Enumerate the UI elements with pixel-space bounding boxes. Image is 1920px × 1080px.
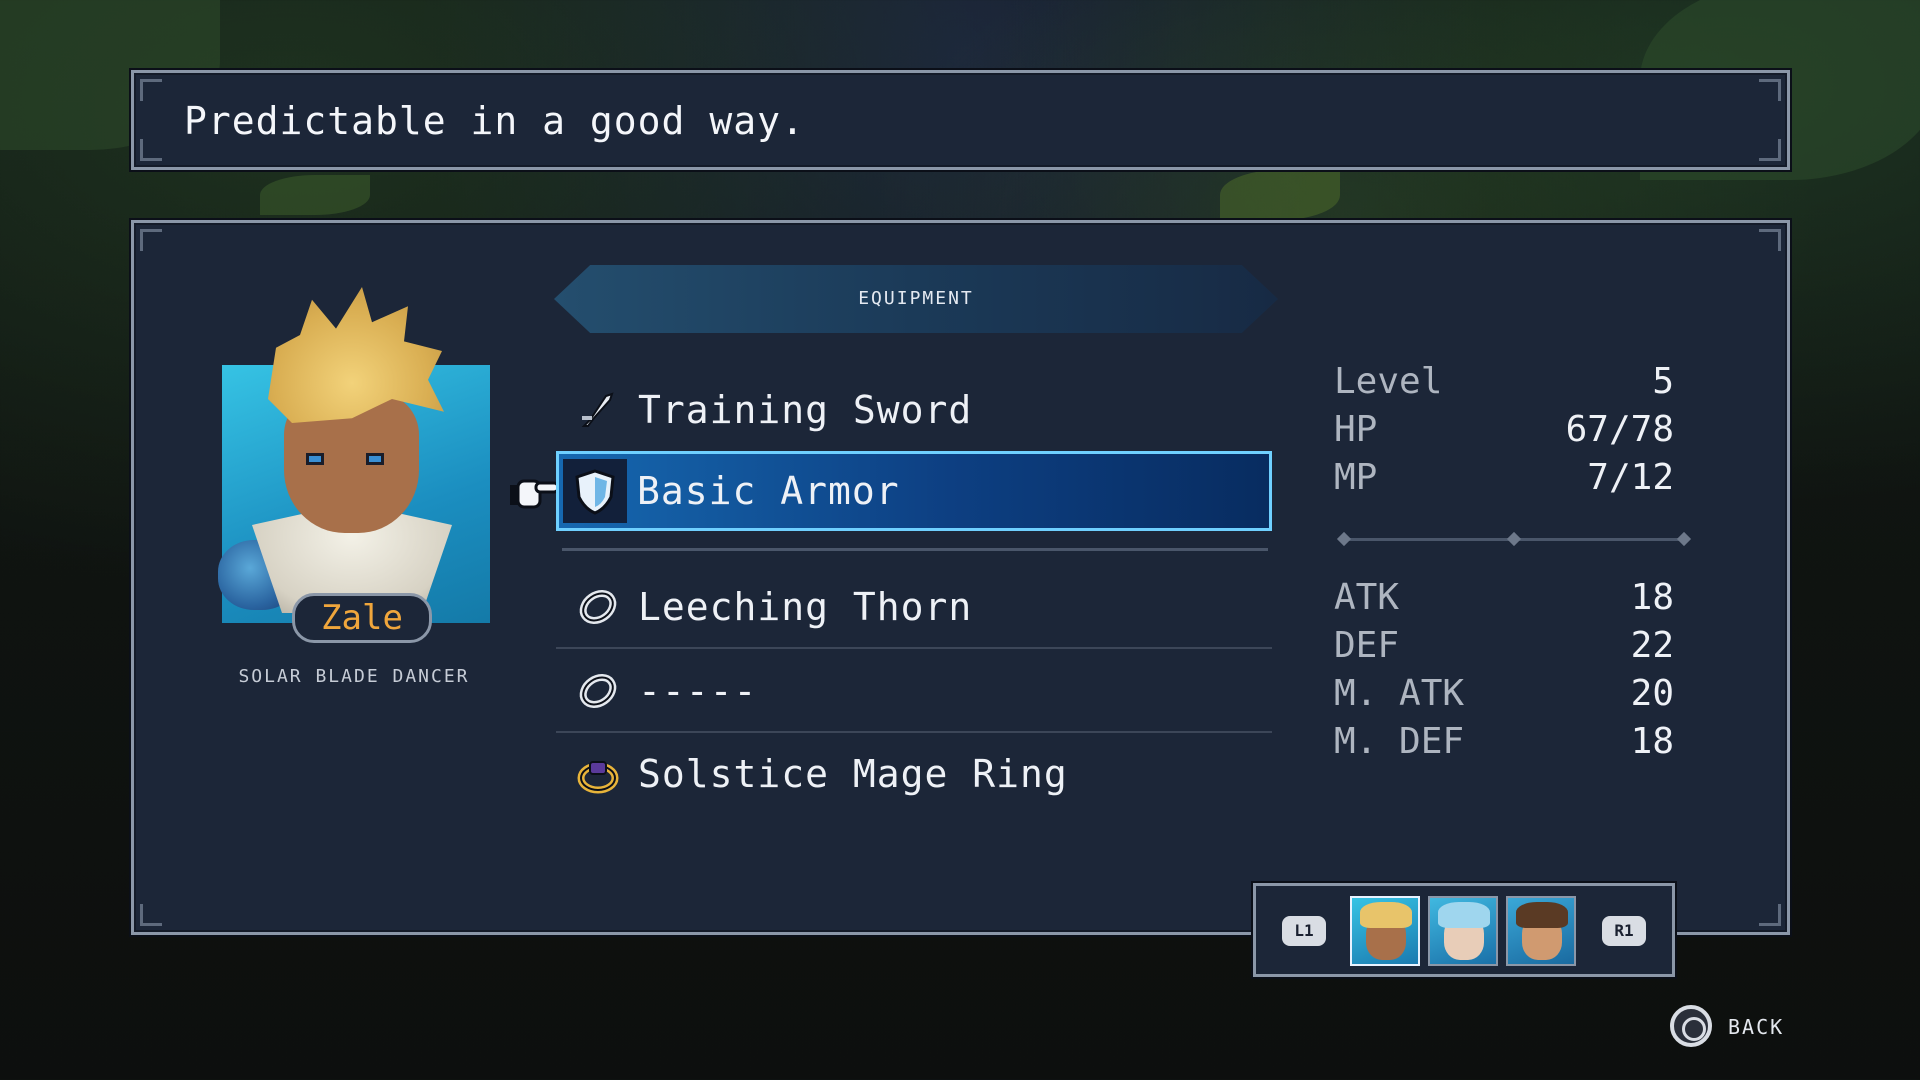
party-member-valere[interactable]	[1428, 896, 1498, 966]
stat-mp: MP 7/12	[1334, 457, 1674, 501]
stat-label: ATK	[1334, 577, 1400, 618]
stat-label: MP	[1334, 457, 1378, 498]
panel-ornament	[1759, 229, 1781, 251]
stat-value: 18	[1630, 721, 1674, 762]
stat-matk: M. ATK 20	[1334, 673, 1674, 717]
equipment-slot-weapon[interactable]: Training Sword	[556, 371, 1272, 449]
equipment-item-label: Solstice Mage Ring	[638, 752, 1068, 796]
gem-ring-icon	[568, 744, 628, 804]
divider-ornament	[1336, 531, 1352, 547]
equipment-item-label: Training Sword	[638, 388, 973, 432]
character-name: Zale	[292, 593, 432, 643]
equipment-slot-accessory-1[interactable]: Leeching Thorn	[556, 567, 1272, 649]
member-hair	[1516, 902, 1568, 928]
stats-divider	[1336, 531, 1692, 547]
ring-icon	[568, 577, 628, 637]
ring-icon	[568, 661, 628, 721]
stat-atk: ATK 18	[1334, 577, 1674, 621]
panel-ornament	[1759, 139, 1781, 161]
stat-label: M. DEF	[1334, 721, 1465, 762]
character-class: SOLAR BLADE DANCER	[238, 666, 470, 687]
stat-value: 20	[1630, 673, 1674, 714]
stat-label: M. ATK	[1334, 673, 1465, 714]
equipment-panel: Zale SOLAR BLADE DANCER EQUIPMENT Traini…	[131, 220, 1790, 935]
equipment-header: EQUIPMENT	[554, 265, 1278, 333]
party-member-garl[interactable]	[1506, 896, 1576, 966]
panel-ornament	[140, 229, 162, 251]
next-character-button[interactable]: R1	[1602, 916, 1646, 946]
stat-label: DEF	[1334, 625, 1400, 666]
stat-level: Level 5	[1334, 361, 1674, 405]
equipment-item-label: Basic Armor	[637, 469, 900, 513]
sword-icon	[568, 380, 628, 440]
circle-button-icon	[1670, 1005, 1712, 1047]
background-leaf	[260, 175, 370, 215]
stat-def: DEF 22	[1334, 625, 1674, 669]
back-label: BACK	[1728, 1015, 1785, 1039]
panel-ornament	[1759, 79, 1781, 101]
stat-value: 22	[1630, 625, 1674, 666]
list-divider	[562, 548, 1268, 551]
divider-ornament	[1676, 531, 1692, 547]
stat-hp: HP 67/78	[1334, 409, 1674, 453]
stat-mdef: M. DEF 18	[1334, 721, 1674, 765]
panel-ornament	[1759, 904, 1781, 926]
equipment-item-label: Leeching Thorn	[638, 585, 973, 629]
stat-value: 18	[1630, 577, 1674, 618]
member-hair	[1360, 902, 1412, 928]
panel-ornament	[140, 904, 162, 926]
shield-icon	[563, 459, 627, 523]
stat-value: 5	[1652, 361, 1674, 402]
equipment-slot-accessory-3[interactable]: Solstice Mage Ring	[556, 735, 1272, 813]
equipment-slot-armor-selected[interactable]: Basic Armor	[556, 451, 1272, 531]
stat-value: 7/12	[1587, 457, 1674, 498]
party-switcher: L1 R1	[1253, 883, 1675, 977]
divider-ornament	[1506, 531, 1522, 547]
portrait-eye	[306, 453, 324, 465]
portrait-eye	[366, 453, 384, 465]
back-button[interactable]: BACK	[1670, 1005, 1800, 1049]
panel-ornament	[140, 139, 162, 161]
background-leaf	[1220, 170, 1340, 220]
stat-value: 67/78	[1565, 409, 1674, 450]
member-hair	[1438, 902, 1490, 928]
panel-ornament	[140, 79, 162, 101]
equipment-slot-accessory-2[interactable]: -----	[556, 651, 1272, 733]
stat-label: HP	[1334, 409, 1378, 450]
dialog-box: Predictable in a good way.	[131, 70, 1790, 170]
pointing-hand-cursor-icon	[510, 479, 560, 509]
previous-character-button[interactable]: L1	[1282, 916, 1326, 946]
character-portrait: Zale	[218, 287, 490, 643]
equipment-item-label: -----	[638, 669, 758, 713]
dialog-text: Predictable in a good way.	[184, 99, 805, 143]
party-member-zale[interactable]	[1350, 896, 1420, 966]
stat-label: Level	[1334, 361, 1443, 402]
